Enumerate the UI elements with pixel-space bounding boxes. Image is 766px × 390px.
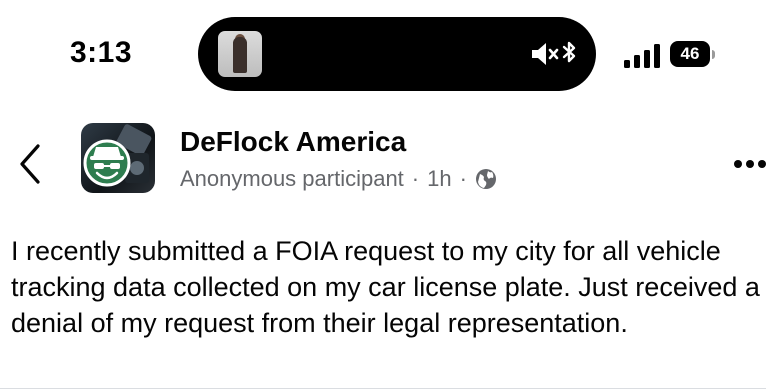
author-name[interactable]: Anonymous participant [180, 166, 404, 192]
now-playing-album-art[interactable] [218, 31, 262, 77]
status-time: 3:13 [70, 36, 133, 69]
screen: 3:13 46 DeFlock America Anonymous partic… [0, 0, 766, 390]
back-chevron-icon[interactable] [16, 142, 46, 186]
group-name[interactable]: DeFlock America [180, 126, 406, 158]
deflock-logo-icon [83, 124, 152, 187]
battery-icon: 46 [670, 41, 716, 67]
meta-separator: · [411, 166, 420, 191]
post-body: I recently submitted a FOIA request to m… [11, 236, 760, 338]
mute-bluetooth-icon [532, 41, 576, 65]
dynamic-island[interactable] [198, 17, 596, 91]
globe-icon [475, 169, 496, 189]
divider [0, 388, 766, 389]
more-options-icon[interactable] [733, 158, 766, 170]
group-avatar[interactable] [81, 123, 155, 193]
cellular-signal-icon [624, 44, 660, 68]
post-meta: Anonymous participant · 1h · [180, 166, 497, 192]
meta-separator: · [459, 166, 467, 191]
battery-percent: 46 [680, 44, 700, 63]
post-time[interactable]: 1h [427, 166, 451, 192]
